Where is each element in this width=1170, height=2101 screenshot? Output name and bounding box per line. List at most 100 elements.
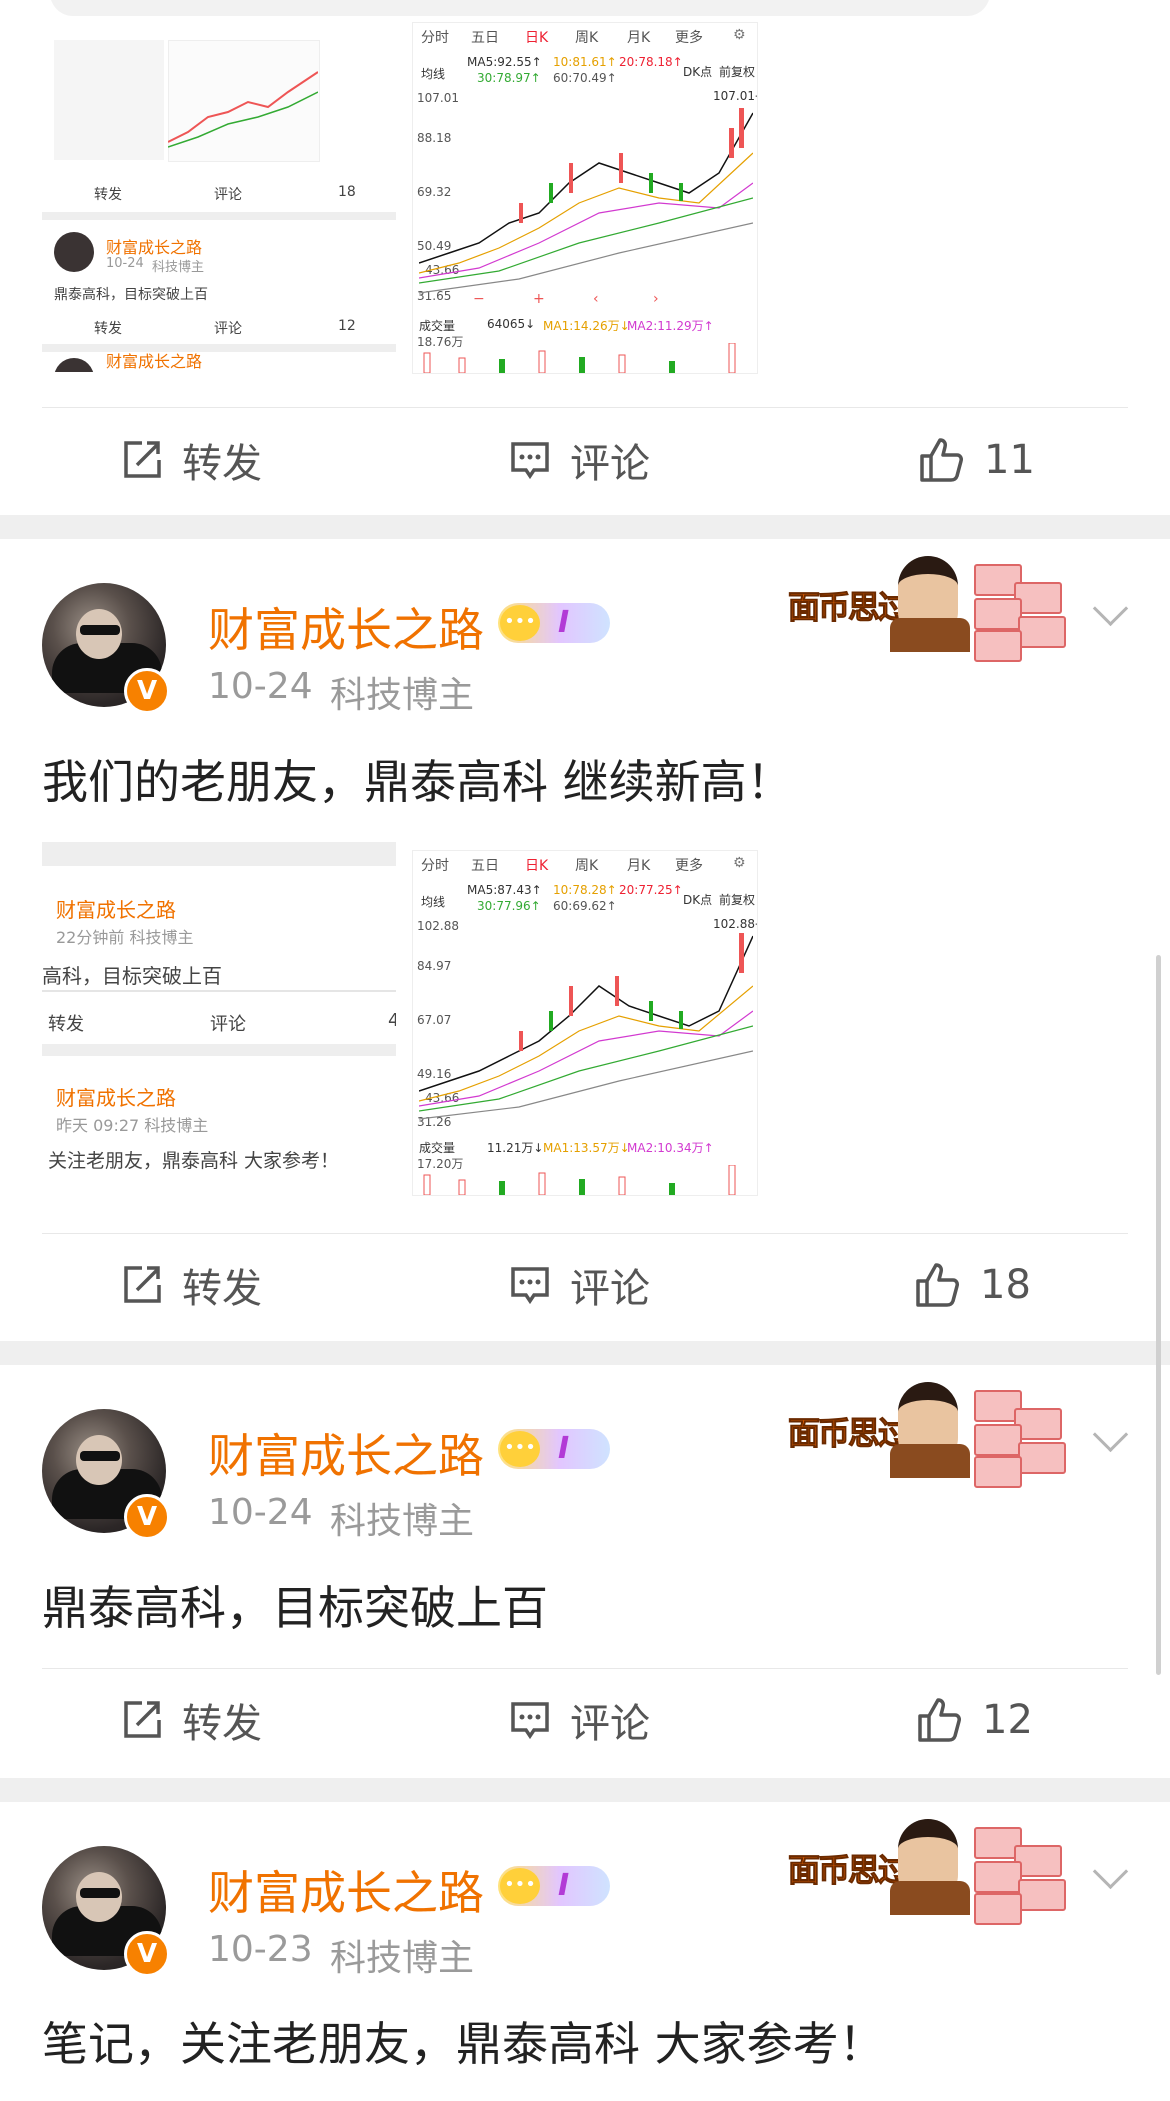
mini-repost-2: 转发 (94, 321, 122, 337)
thumb-item1-text: 高科，目标突破上百 (42, 964, 222, 988)
like-count: 11 (984, 437, 1035, 483)
mini-avatar (54, 232, 94, 272)
post-1-thumbnail-left[interactable]: 财富成长之路 22分钟前 科技博主 高科，目标突破上百 转发 评论 4 财富成长… (42, 842, 396, 1194)
top-card-tail: 转发 评论 18 财富成长之路 10-24 科技博主 鼎泰高科，目标突破上百 转… (0, 0, 1170, 515)
top-rounded-edge (50, 0, 990, 16)
chart-tab-4: 月K (627, 30, 651, 46)
vol-val: 64065↓ (487, 317, 536, 331)
p1-vol-ma1: MA1:13.57万↓ (543, 1141, 630, 1155)
post-1-repost-button[interactable]: 转发 (120, 1255, 262, 1315)
post-2-repost-button[interactable]: 转发 (120, 1690, 262, 1750)
repost-label: 转发 (182, 1266, 262, 1312)
fq: 前复权 (719, 65, 756, 79)
comment-icon (511, 1702, 549, 1740)
post-1-like-button[interactable]: 18 (914, 1255, 1031, 1315)
banner-text-2: 面币思过 (787, 1414, 910, 1453)
post-2-content: 鼎泰高科，目标突破上百 (42, 1581, 548, 1635)
mini-sep-2 (42, 344, 396, 352)
mini-likes-2: 12 (338, 318, 356, 334)
mini-role: 科技博主 (152, 260, 205, 275)
chart-tab-1: 五日 (471, 30, 499, 46)
thumbs-up-icon (918, 1698, 961, 1742)
mini-action-row-2: 转发 评论 12 (42, 304, 396, 344)
member-level: I (558, 1868, 570, 1903)
decorative-banner-1: 面币思过 (787, 552, 1088, 662)
member-level: I (558, 605, 570, 640)
volume-bars-top (423, 343, 736, 373)
post-1-thumbnail-chart[interactable]: 分时 五日 日K 周K 月K 更多 ⚙ 均线 MA5:87.43↑ 10:78.… (412, 850, 758, 1196)
thumb-item2-name: 财富成长之路 (56, 1086, 176, 1110)
scrollbar[interactable] (1156, 955, 1161, 1675)
repost-icon (124, 441, 161, 478)
p1-ma10: 10:78.28↑ (553, 883, 617, 897)
mini-user-name: 财富成长之路 (106, 238, 203, 257)
post-1-comment-button[interactable]: 评论 (508, 1255, 650, 1315)
p1-gear-icon: ⚙ (733, 855, 746, 871)
comment-label: 评论 (570, 1266, 650, 1312)
like-count: 12 (982, 1697, 1033, 1743)
chart-tab-5: 更多 (675, 30, 703, 46)
feed-separator-1 (0, 515, 1170, 539)
p1-tab-4: 月K (627, 858, 651, 874)
verified-badge: V (124, 668, 170, 714)
p1-dk: DK点 (683, 893, 713, 907)
user-name-post-3[interactable]: 财富成长之路 (208, 1857, 484, 1923)
p1-ma30: 30:77.96↑ (477, 899, 541, 913)
repost-label: 转发 (182, 1701, 262, 1747)
minus-icon: − (473, 291, 485, 307)
user-name-post-2[interactable]: 财富成长之路 (208, 1420, 484, 1486)
user-name-post-1[interactable]: 财富成长之路 (208, 594, 484, 660)
top-comment-button[interactable]: 评论 (508, 430, 650, 490)
thumb-sep-3 (42, 1044, 396, 1056)
gear-icon: ⚙ (733, 27, 746, 43)
post-2-date: 10-24 (208, 1492, 313, 1533)
member-badge-icon: ••• I (498, 603, 610, 643)
top-thumbnail-chart[interactable]: 分时 五日 日K 周K 月K 更多 ⚙ 均线 MA5:92.55↑ 10:81.… (412, 22, 758, 374)
member-badge-icon: ••• I (498, 1866, 610, 1906)
ma-line: 均线 (421, 67, 446, 81)
plus-icon: + (533, 291, 545, 307)
chart-controls: − + ‹ › (453, 291, 713, 315)
post-2-comment-button[interactable]: 评论 (508, 1690, 650, 1750)
thumb-comment: 评论 (210, 1014, 246, 1035)
ma10: 10:81.61↑ (553, 55, 617, 69)
mini-text: 鼎泰高科，目标突破上百 (54, 287, 208, 303)
post-1-role: 科技博主 (330, 675, 475, 716)
vol-label: 成交量 (419, 319, 456, 333)
chevron-down-icon[interactable] (1092, 590, 1129, 627)
thumb-sep-2 (42, 990, 396, 992)
p1-vol-val: 11.21万↓ (487, 1141, 544, 1155)
top-thumbnail-left[interactable]: 转发 评论 18 财富成长之路 10-24 科技博主 鼎泰高科，目标突破上百 转… (42, 22, 396, 372)
member-badge-icon: ••• I (498, 1429, 610, 1469)
thumb-item1-meta: 22分钟前 科技博主 (56, 928, 194, 947)
mini-card-top (42, 22, 396, 172)
dk-point: DK点 (683, 65, 713, 79)
post-1-content: 我们的老朋友，鼎泰高科 继续新高！ (42, 755, 793, 809)
right-icon: › (653, 291, 659, 307)
top-divider (42, 407, 1128, 408)
candle-chart-post-1 (419, 933, 753, 1120)
top-repost-button[interactable]: 转发 (120, 430, 262, 490)
verified-badge: V (124, 1494, 170, 1540)
post-2-divider (42, 1668, 1128, 1669)
thumb-sep-top (42, 842, 396, 866)
p1-tab-0: 分时 (421, 858, 449, 874)
chevron-down-icon[interactable] (1092, 1416, 1129, 1453)
thumb-user-name: 财富成长之路 (56, 898, 176, 922)
chart-tab-2: 日K (525, 30, 549, 46)
decorative-banner-3: 面币思过 (787, 1815, 1088, 1925)
ma30: 30:78.97↑ (477, 71, 541, 85)
chevron-down-icon[interactable] (1092, 1853, 1129, 1890)
ma60: 60:70.49↑ (553, 71, 617, 85)
p1-tab-3: 周K (575, 858, 599, 874)
mini-likes: 18 (338, 184, 356, 200)
mini-preview-chart (168, 71, 318, 148)
thumb-likes: 4 (388, 1010, 396, 1031)
p1-vol-label: 成交量 (419, 1141, 456, 1155)
vol-ma1: MA1:14.26万↓ (543, 319, 630, 333)
candle-chart-top (419, 108, 753, 294)
mini-sep (42, 212, 396, 220)
vol-ma2: MA2:11.29万↑ (627, 319, 714, 333)
post-2-like-button[interactable]: 12 (916, 1690, 1033, 1750)
top-like-button[interactable]: 11 (918, 430, 1035, 490)
